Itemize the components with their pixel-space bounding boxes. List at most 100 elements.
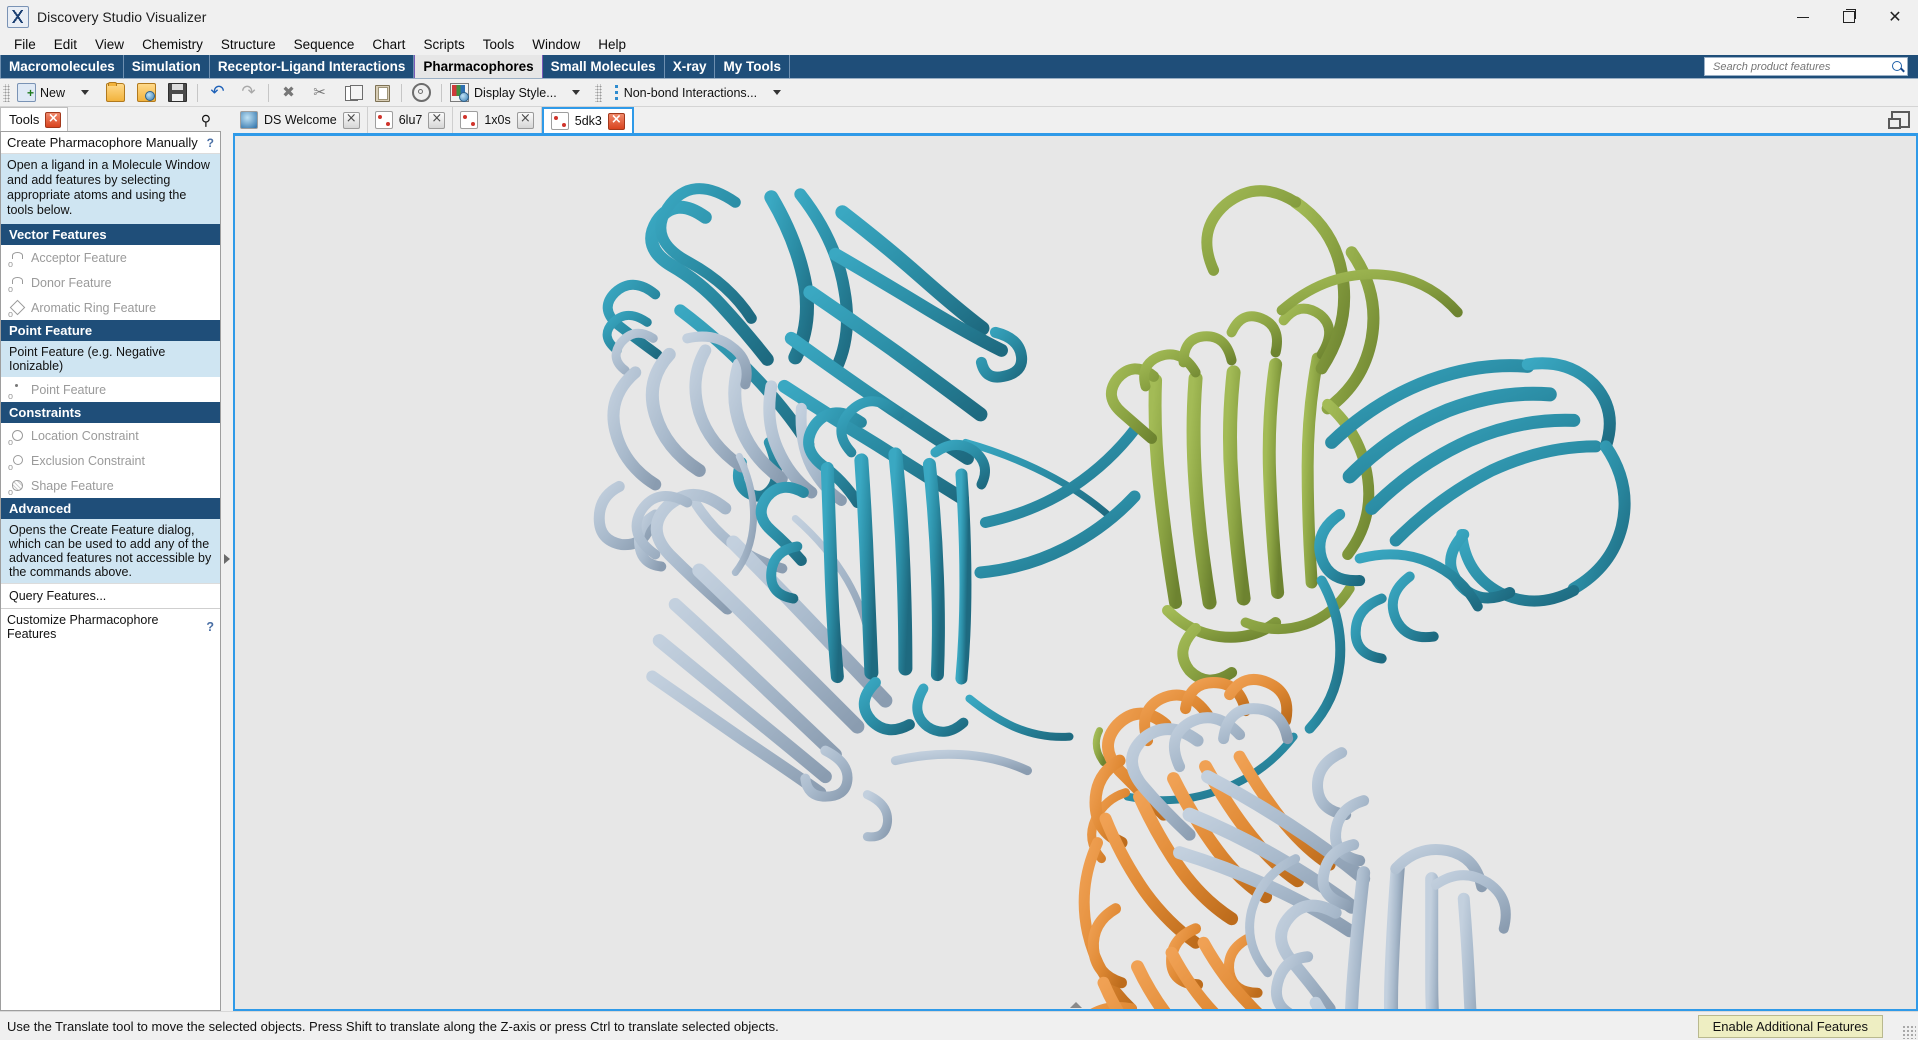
status-message: Use the Translate tool to move the selec… <box>0 1019 779 1034</box>
new-button[interactable]: New <box>14 80 68 105</box>
customize-pharmacophore-features[interactable]: Customize Pharmacophore Features ? <box>1 608 220 645</box>
location-constraint-icon <box>9 428 24 443</box>
expand-panel-arrow-icon[interactable] <box>224 554 230 564</box>
ribbon-tab-xray[interactable]: X-ray <box>665 55 716 78</box>
restore-window-icon[interactable] <box>1891 111 1910 128</box>
tool-acceptor-feature[interactable]: Acceptor Feature <box>1 245 220 270</box>
display-style-dropdown[interactable] <box>562 80 591 105</box>
menu-window[interactable]: Window <box>523 34 589 55</box>
cut-button[interactable]: ✂ <box>305 80 334 105</box>
tool-exclusion-constraint[interactable]: Exclusion Constraint <box>1 448 220 473</box>
chevron-down-icon <box>572 90 580 95</box>
document-tab-label: DS Welcome <box>264 113 337 127</box>
non-bond-dropdown[interactable] <box>762 80 791 105</box>
menu-view[interactable]: View <box>86 34 133 55</box>
tool-label: Aromatic Ring Feature <box>31 301 156 315</box>
document-tab-5dk3[interactable]: 5dk3 <box>542 107 634 133</box>
panel-heading-help-icon[interactable]: ? <box>207 136 214 150</box>
section-header-point-feature: Point Feature <box>1 320 220 341</box>
tool-label: Exclusion Constraint <box>31 454 145 468</box>
open-file-button[interactable] <box>101 80 130 105</box>
chevron-down-icon <box>81 90 89 95</box>
close-icon: ✕ <box>1888 9 1901 25</box>
tool-aromatic-ring-feature[interactable]: Aromatic Ring Feature <box>1 295 220 320</box>
display-style-button[interactable]: Display Style... <box>447 80 560 105</box>
open-web-button[interactable] <box>132 80 161 105</box>
tools-panel-tab[interactable]: Tools <box>0 107 68 131</box>
menu-chart[interactable]: Chart <box>363 34 414 55</box>
search-box[interactable] <box>1704 57 1908 76</box>
tool-location-constraint[interactable]: Location Constraint <box>1 423 220 448</box>
tool-label: Point Feature <box>31 383 106 397</box>
panel-splitter[interactable] <box>221 107 233 1011</box>
document-tab-close-button[interactable] <box>517 112 534 129</box>
new-dropdown-button[interactable] <box>70 80 99 105</box>
toolbar-separator <box>441 84 442 102</box>
menu-help[interactable]: Help <box>589 34 635 55</box>
delete-button[interactable]: ✖ <box>274 80 303 105</box>
search-icon[interactable] <box>1891 60 1905 74</box>
title-bar: Discovery Studio Visualizer ✕ <box>0 0 1918 34</box>
menu-tools[interactable]: Tools <box>474 34 524 55</box>
section-header-advanced: Advanced <box>1 498 220 519</box>
document-tab-close-button[interactable] <box>608 113 625 130</box>
copy-button[interactable] <box>336 80 365 105</box>
paste-icon <box>375 85 390 102</box>
main-area: Tools ⚲ Create Pharmacophore Manually ? … <box>0 107 1918 1011</box>
ribbon-tab-my-tools[interactable]: My Tools <box>715 55 790 78</box>
tools-panel-close-button[interactable] <box>45 112 61 128</box>
ribbon-tab-pharmacophores[interactable]: Pharmacophores <box>414 55 542 78</box>
menu-edit[interactable]: Edit <box>45 34 86 55</box>
molecule-viewport[interactable] <box>233 133 1918 1011</box>
ribbon-tab-bar: Macromolecules Simulation Receptor-Ligan… <box>0 55 1918 79</box>
toolbar-grip[interactable] <box>595 84 602 102</box>
customize-help-icon[interactable]: ? <box>206 620 214 634</box>
menu-sequence[interactable]: Sequence <box>285 34 364 55</box>
save-button[interactable] <box>163 80 192 105</box>
gear-icon <box>412 83 431 102</box>
tools-panel-tab-row: Tools ⚲ <box>0 107 221 131</box>
document-tab-label: 5dk3 <box>575 114 602 128</box>
enable-additional-features-button[interactable]: Enable Additional Features <box>1698 1015 1883 1038</box>
panel-empty-area <box>1 645 220 1010</box>
tool-label: Location Constraint <box>31 429 139 443</box>
tool-shape-feature[interactable]: Shape Feature <box>1 473 220 498</box>
menu-file[interactable]: File <box>5 34 45 55</box>
document-area: DS Welcome 6lu7 1x0s 5dk3 <box>233 107 1918 1011</box>
search-input[interactable] <box>1711 60 1891 74</box>
chevron-down-icon <box>773 90 781 95</box>
tool-donor-feature[interactable]: Donor Feature <box>1 270 220 295</box>
tool-label: Donor Feature <box>31 276 112 290</box>
non-bond-interactions-button[interactable]: Non-bond Interactions... <box>606 80 760 105</box>
menu-scripts[interactable]: Scripts <box>414 34 473 55</box>
point-feature-description: Point Feature (e.g. Negative Ionizable) <box>1 341 220 377</box>
tools-panel-body: Create Pharmacophore Manually ? Open a l… <box>0 131 221 1011</box>
minimize-button[interactable] <box>1780 0 1826 34</box>
ribbon-right-area <box>1704 55 1918 78</box>
menu-chemistry[interactable]: Chemistry <box>133 34 212 55</box>
toolbar-grip[interactable] <box>3 84 10 102</box>
query-features-link[interactable]: Query Features... <box>1 583 220 608</box>
settings-button[interactable] <box>407 80 436 105</box>
viewport-collapse-arrow-icon[interactable] <box>1070 1002 1082 1008</box>
document-tab-close-button[interactable] <box>428 112 445 129</box>
molecule-ribbon-render <box>235 136 1916 1009</box>
document-tab-6lu7[interactable]: 6lu7 <box>368 107 454 133</box>
close-button[interactable]: ✕ <box>1872 0 1918 34</box>
resize-grip[interactable] <box>1902 1025 1916 1039</box>
ribbon-tab-simulation[interactable]: Simulation <box>124 55 210 78</box>
auto-hide-pin-icon[interactable]: ⚲ <box>201 114 211 128</box>
paste-button[interactable] <box>367 80 396 105</box>
ribbon-tab-macromolecules[interactable]: Macromolecules <box>0 55 124 78</box>
document-tab-ds-welcome[interactable]: DS Welcome <box>233 107 368 133</box>
document-tab-1x0s[interactable]: 1x0s <box>453 107 541 133</box>
redo-button[interactable]: ↷ <box>234 80 263 105</box>
document-tab-bar: DS Welcome 6lu7 1x0s 5dk3 <box>233 107 1918 133</box>
undo-button[interactable]: ↶ <box>203 80 232 105</box>
menu-structure[interactable]: Structure <box>212 34 285 55</box>
document-tab-close-button[interactable] <box>343 112 360 129</box>
ribbon-tab-small-molecules[interactable]: Small Molecules <box>543 55 665 78</box>
ribbon-tab-receptor-ligand-interactions[interactable]: Receptor-Ligand Interactions <box>210 55 415 78</box>
tool-point-feature[interactable]: Point Feature <box>1 377 220 402</box>
maximize-button[interactable] <box>1826 0 1872 34</box>
